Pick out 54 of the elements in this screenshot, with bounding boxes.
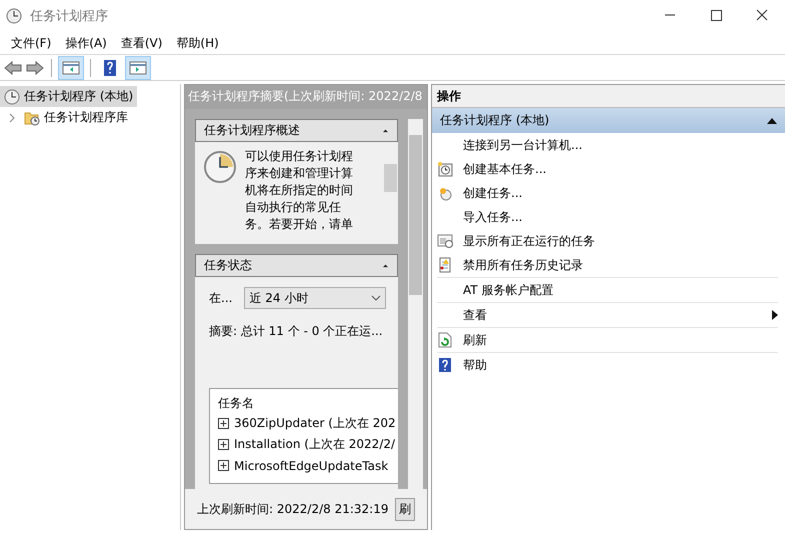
chevron-down-icon — [371, 295, 382, 301]
pane-header: 任务计划程序摘要(上次刷新时间: 2022/2/8 — [185, 85, 427, 109]
help-icon — [437, 357, 453, 373]
expand-icon[interactable] — [218, 460, 229, 471]
clock-icon — [437, 185, 453, 201]
collapse-icon[interactable] — [382, 128, 389, 133]
list-clock-icon — [437, 233, 453, 249]
menu-item[interactable]: 文件(F) — [4, 34, 58, 52]
summary-text: 摘要: 总计 11 个 - 0 个正在运... — [209, 323, 384, 340]
task-name: Installation (上次在 2022/2/ — [234, 436, 396, 453]
overview-text: 可以使用任务计划程序来创建和管理计算机将在所指定的时间自动执行的常见任务。若要开始，请单 — [245, 148, 354, 233]
tree-item[interactable]: 任务计划程序库 — [0, 107, 132, 128]
action-item[interactable]: 禁用所有任务历史记录 — [437, 253, 778, 277]
action-item[interactable]: 帮助 — [437, 352, 778, 377]
section-header[interactable]: 任务计划程序概述 — [195, 119, 398, 142]
collapse-icon[interactable] — [767, 118, 777, 124]
action-item[interactable]: 刷新 — [437, 327, 778, 352]
menu-item[interactable]: 操作(A) — [58, 34, 114, 52]
action-group-header[interactable]: 任务计划程序 (本地) — [432, 108, 785, 133]
action-item[interactable]: 导入任务... — [437, 205, 778, 229]
refresh-button[interactable]: 刷 — [395, 498, 415, 520]
column-header[interactable]: 任务名 — [218, 393, 398, 413]
clock-icon — [4, 88, 20, 104]
chevron-icon[interactable] — [8, 112, 16, 122]
period-dropdown[interactable]: 近 24 小时 — [244, 287, 386, 309]
section-header[interactable]: 任务状态 — [195, 254, 398, 277]
action-item[interactable]: 创建任务... — [437, 181, 778, 205]
expand-icon[interactable] — [218, 439, 229, 450]
task-name: MicrosoftEdgeUpdateTask — [234, 458, 388, 472]
collapse-icon[interactable] — [382, 263, 389, 268]
period-label: 在... — [209, 290, 232, 306]
action-item[interactable]: 创建基本任务... — [437, 157, 778, 181]
pane-toggle-icon[interactable] — [125, 56, 151, 80]
clock-icon — [6, 8, 22, 24]
expand-icon[interactable] — [218, 418, 229, 429]
menu-item[interactable]: 查看(V) — [114, 34, 170, 52]
refresh-icon — [437, 332, 453, 348]
task-name: 360ZipUpdater (上次在 202 — [234, 415, 396, 432]
pane-header: 操作 — [432, 84, 785, 108]
menu-item[interactable]: 帮助(H) — [169, 34, 226, 52]
window-title: 任务计划程序 — [30, 8, 108, 25]
log-icon — [437, 257, 453, 273]
folder-clock-icon — [24, 110, 40, 126]
action-item[interactable]: 显示所有正在运行的任务 — [437, 229, 778, 253]
submenu-arrow-icon — [772, 310, 778, 320]
pane-toggle-icon[interactable] — [58, 56, 84, 80]
clock-icon — [203, 150, 237, 184]
action-item[interactable]: AT 服务帐户配置 — [437, 277, 778, 302]
calendar-clock-icon — [437, 161, 453, 177]
tree-item[interactable]: 任务计划程序 (本地) — [0, 86, 138, 107]
last-refresh-text: 上次刷新时间: 2022/2/8 21:32:19 — [197, 500, 388, 518]
action-item[interactable]: 连接到另一台计算机... — [437, 133, 778, 157]
action-item[interactable]: 查看 — [437, 302, 778, 327]
scrollbar[interactable] — [408, 119, 423, 489]
